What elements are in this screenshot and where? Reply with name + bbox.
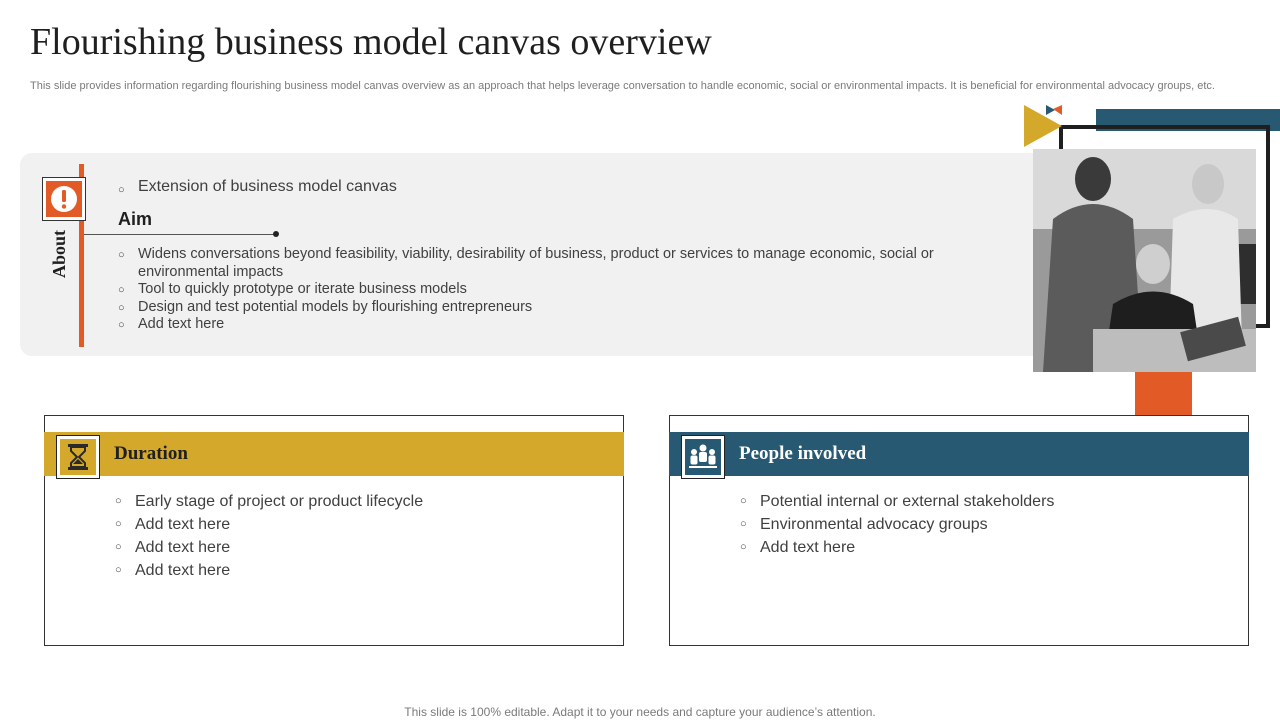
aim-list: Widens conversations beyond feasibility,…	[118, 246, 948, 334]
list-item: Environmental advocacy groups	[740, 513, 1054, 536]
list-item: Design and test potential models by flou…	[118, 299, 948, 317]
list-item: Potential internal or external stakehold…	[740, 490, 1054, 513]
aim-connector-dot	[273, 231, 279, 237]
people-card: People involved Potential internal or ex…	[669, 415, 1249, 646]
slide-description: This slide provides information regardin…	[30, 80, 1215, 92]
duration-title: Duration	[114, 443, 188, 464]
list-item: Widens conversations beyond feasibility,…	[118, 246, 948, 281]
people-icon-box	[681, 435, 725, 479]
list-item: Add text here	[115, 559, 423, 582]
people-group-icon	[689, 444, 717, 468]
list-item: Add text here	[115, 536, 423, 559]
duration-icon-box	[56, 435, 100, 479]
list-item: Extension of business model canvas	[118, 178, 397, 199]
duration-card: Duration Early stage of project or produ…	[44, 415, 624, 646]
slide-title: Flourishing business model canvas overvi…	[30, 21, 712, 63]
list-item: Tool to quickly prototype or iterate bus…	[118, 281, 948, 299]
about-extension-list: Extension of business model canvas	[118, 178, 397, 199]
aim-heading: Aim	[118, 209, 153, 229]
decor-orange-block	[1135, 372, 1192, 415]
decor-triangles	[1024, 105, 1062, 147]
duration-card-header: Duration	[44, 432, 624, 479]
aim-connector-line	[84, 234, 276, 235]
people-card-header: People involved	[669, 432, 1249, 479]
team-meeting-photo	[1033, 149, 1256, 372]
hourglass-icon	[68, 444, 88, 470]
list-item: Add text here	[115, 513, 423, 536]
list-item: Add text here	[118, 316, 948, 334]
about-label: About	[49, 230, 69, 279]
list-item: Early stage of project or product lifecy…	[115, 490, 423, 513]
duration-list: Early stage of project or product lifecy…	[115, 490, 423, 582]
people-list: Potential internal or external stakehold…	[740, 490, 1054, 559]
slide-footer: This slide is 100% editable. Adapt it to…	[404, 705, 876, 719]
about-icon-box	[42, 177, 86, 221]
list-item: Add text here	[740, 536, 1054, 559]
people-title: People involved	[739, 443, 867, 464]
exclamation-icon	[51, 186, 77, 212]
